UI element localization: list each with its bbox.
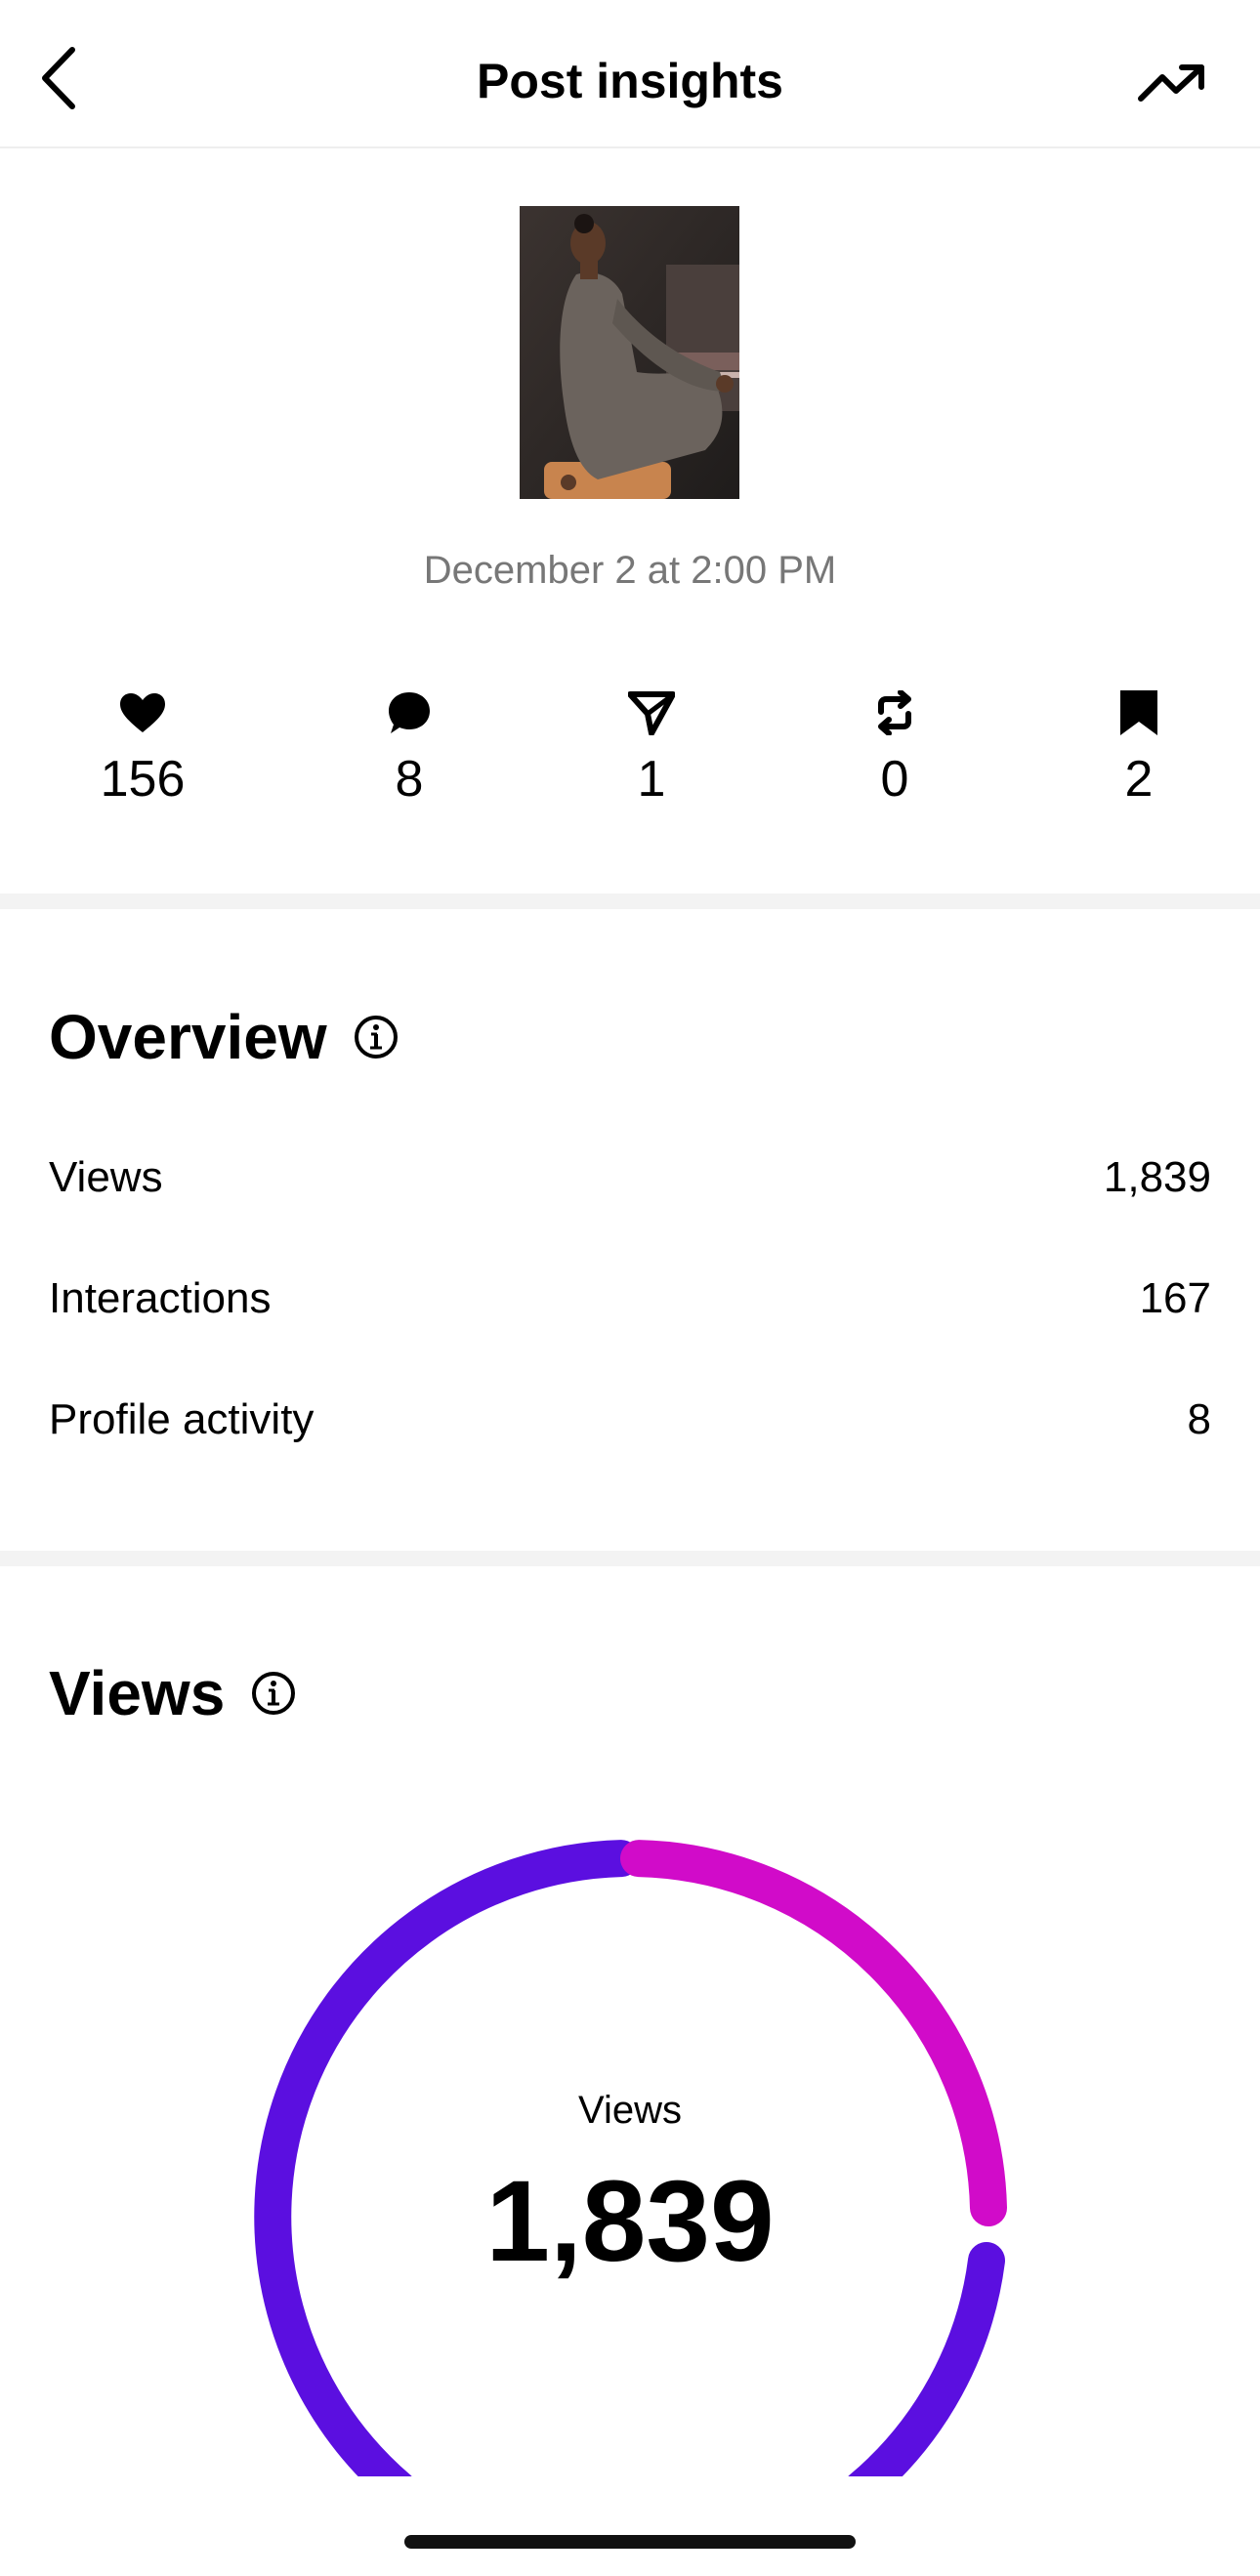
gauge-arc-secondary bbox=[620, 1840, 1007, 2226]
overview-value: 8 bbox=[1187, 1395, 1211, 1443]
overview-label: Profile activity bbox=[49, 1395, 315, 1443]
views-heading: Views bbox=[49, 1654, 297, 1732]
share-icon bbox=[628, 691, 675, 735]
page-title: Post insights bbox=[477, 54, 783, 108]
trending-up-icon bbox=[1138, 64, 1204, 102]
views-title: Views bbox=[49, 1658, 226, 1728]
trends-button[interactable] bbox=[1133, 49, 1211, 117]
comment-icon bbox=[389, 692, 430, 733]
overview-value: 1,839 bbox=[1103, 1153, 1211, 1201]
post-insights-page: Post insights December 2 at 2:00 PM 156 … bbox=[0, 0, 1260, 2576]
heart-icon bbox=[120, 693, 165, 732]
likes-stat[interactable]: 156 bbox=[45, 684, 240, 809]
saves-count: 2 bbox=[1124, 751, 1154, 808]
bookmark-icon bbox=[1120, 690, 1157, 735]
reposts-stat[interactable]: 0 bbox=[797, 684, 992, 809]
overview-title: Overview bbox=[49, 1002, 327, 1072]
home-indicator[interactable] bbox=[404, 2535, 856, 2549]
views-gauge bbox=[234, 1840, 1026, 2480]
shares-count: 1 bbox=[637, 751, 666, 808]
section-divider bbox=[0, 893, 1260, 909]
overview-heading: Overview bbox=[49, 998, 399, 1076]
post-date: December 2 at 2:00 PM bbox=[423, 549, 837, 592]
header-bar: Post insights bbox=[0, 0, 1260, 148]
info-icon[interactable] bbox=[250, 1670, 297, 1717]
overview-label: Interactions bbox=[49, 1274, 272, 1322]
post-photo bbox=[520, 206, 739, 499]
overview-row-interactions[interactable]: Interactions 167 bbox=[49, 1271, 1211, 1326]
overview-label: Views bbox=[49, 1153, 163, 1201]
repost-icon bbox=[878, 690, 911, 735]
gauge-arc-primary-right bbox=[845, 2242, 1005, 2480]
overview-row-views[interactable]: Views 1,839 bbox=[49, 1150, 1211, 1205]
comments-stat[interactable]: 8 bbox=[312, 684, 507, 809]
gauge-label: Views bbox=[578, 2089, 682, 2132]
gauge-value: 1,839 bbox=[485, 2157, 775, 2286]
likes-count: 156 bbox=[100, 751, 186, 808]
overview-value: 167 bbox=[1139, 1274, 1211, 1322]
comments-count: 8 bbox=[395, 751, 424, 808]
overview-row-profile-activity[interactable]: Profile activity 8 bbox=[49, 1392, 1211, 1447]
section-divider bbox=[0, 1551, 1260, 1566]
post-thumbnail[interactable] bbox=[520, 206, 739, 499]
reposts-count: 0 bbox=[880, 751, 909, 808]
info-icon[interactable] bbox=[353, 1014, 399, 1060]
shares-stat[interactable]: 1 bbox=[554, 684, 749, 809]
saves-stat[interactable]: 2 bbox=[1041, 684, 1237, 809]
